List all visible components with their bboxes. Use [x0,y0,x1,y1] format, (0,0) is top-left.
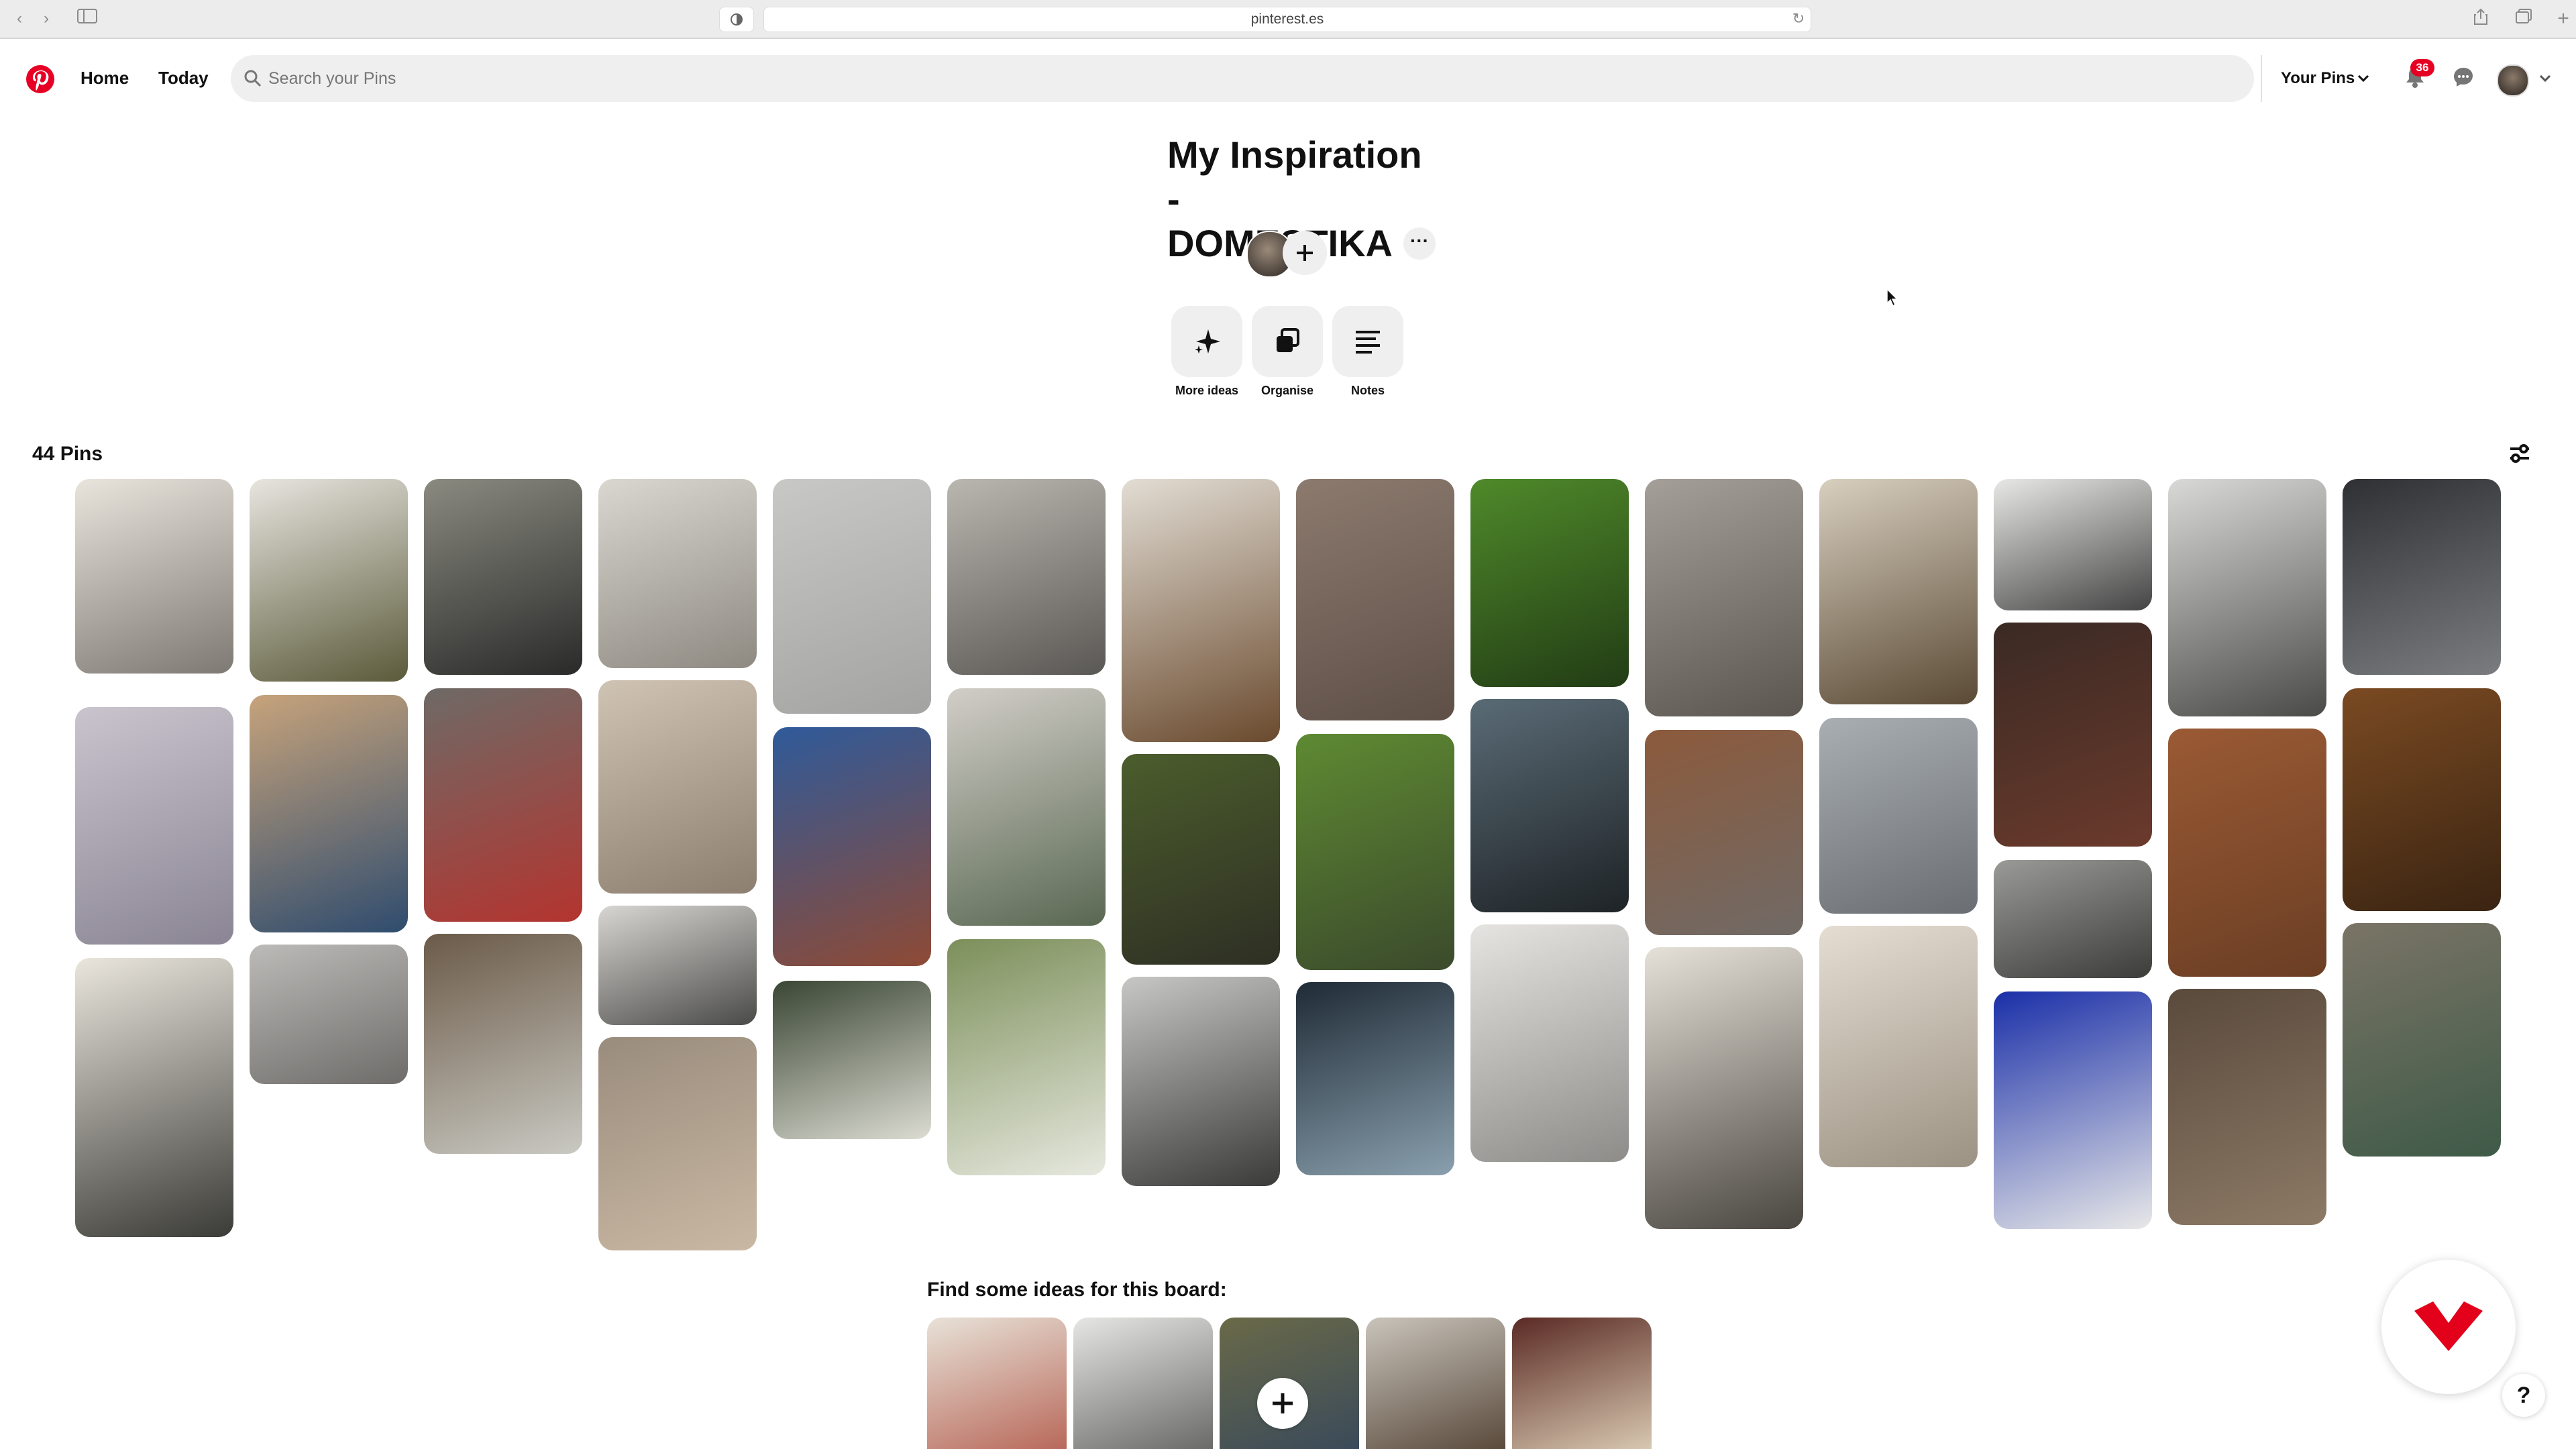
filter-sliders-icon[interactable] [2508,441,2532,469]
messages-icon[interactable] [2450,66,2477,93]
chevron-down-icon [2357,74,2369,83]
pin-card[interactable] [75,958,233,1237]
forward-icon[interactable]: › [38,8,55,30]
pin-card[interactable] [1994,623,2152,847]
notes-icon [1356,331,1380,354]
your-pins-label: Your Pins [2281,69,2355,87]
more-ideas-button[interactable] [1171,306,1242,377]
pin-card[interactable] [598,479,757,668]
pin-card[interactable] [424,479,582,675]
idea-image[interactable] [1512,1318,1652,1449]
plus-icon [1273,1393,1293,1413]
pin-card[interactable] [2343,479,2501,675]
notes-label: Notes [1350,384,1385,397]
pin-card[interactable] [2343,923,2501,1157]
tabs-overview-icon[interactable] [2512,8,2536,30]
notes-button[interactable] [1332,306,1403,377]
pin-card[interactable] [1122,977,1280,1186]
share-icon[interactable] [2469,8,2493,30]
pin-card[interactable] [1470,924,1629,1162]
pin-card[interactable] [773,479,931,714]
pin-card[interactable] [773,727,931,966]
organise-icon [1277,328,1299,352]
idea-image[interactable] [1073,1318,1213,1449]
pin-card[interactable] [1296,479,1454,720]
pin-card[interactable] [947,939,1106,1175]
browser-toolbar: ‹ › pinterest.es ↻ + [0,0,2576,39]
new-tab-icon[interactable]: + [2553,8,2573,30]
pin-card[interactable] [1994,991,2152,1229]
search-icon [244,70,262,91]
account-chevron-down-icon[interactable] [2538,74,2552,83]
pin-card[interactable] [598,1037,757,1250]
back-icon[interactable]: ‹ [11,8,28,30]
pin-card[interactable] [598,906,757,1025]
add-collaborator-button[interactable] [1283,231,1327,275]
url-text: pinterest.es [1250,11,1324,27]
pin-card[interactable] [1296,734,1454,970]
idea-image[interactable] [927,1318,1067,1449]
pin-card[interactable] [1122,479,1280,742]
pin-card[interactable] [1470,699,1629,912]
pin-card[interactable] [1645,479,1803,716]
pin-card[interactable] [424,688,582,922]
pin-card[interactable] [75,479,233,674]
pin-card[interactable] [947,479,1106,675]
pin-card[interactable] [1819,718,1978,914]
idea-image[interactable] [1366,1318,1505,1449]
nav-home[interactable]: Home [80,68,129,89]
sparkle-icon [1195,329,1220,354]
pin-card[interactable] [598,680,757,894]
domestika-logo-icon [2414,1301,2483,1351]
add-idea-button[interactable] [1257,1378,1308,1429]
your-pins-dropdown[interactable]: Your Pins [2261,55,2383,102]
pinterest-logo[interactable] [25,64,55,97]
reload-icon[interactable]: ↻ [1788,8,1809,30]
pin-card[interactable] [773,981,931,1139]
pin-card[interactable] [75,707,233,945]
mouse-cursor-icon [1886,288,1898,307]
domestika-floating-button[interactable] [2381,1260,2516,1394]
pins-count: 44 Pins [32,443,103,465]
help-button[interactable]: ? [2502,1374,2545,1417]
pin-card[interactable] [2168,729,2326,977]
notifications-count-badge: 36 [2410,59,2434,76]
pin-card[interactable] [1819,479,1978,704]
user-avatar[interactable] [2497,64,2529,97]
pin-card[interactable] [1296,982,1454,1175]
pin-card[interactable] [250,479,408,682]
pin-card[interactable] [424,934,582,1154]
pin-card[interactable] [1994,860,2152,978]
pin-card[interactable] [1994,479,2152,610]
pin-card[interactable] [1470,479,1629,687]
pin-card[interactable] [1645,730,1803,935]
privacy-shield-icon[interactable] [719,7,754,32]
pin-card[interactable] [2168,989,2326,1225]
nav-today[interactable]: Today [158,68,209,89]
search-bar[interactable]: Search your Pins [231,55,2254,102]
plus-icon [1297,245,1313,261]
search-placeholder: Search your Pins [268,69,396,88]
sidebar-toggle-icon[interactable] [75,8,99,30]
pin-card[interactable] [1645,947,1803,1229]
pin-card[interactable] [250,695,408,932]
pin-card[interactable] [2343,688,2501,911]
ideas-section-title: Find some ideas for this board: [927,1279,1227,1301]
pin-card[interactable] [2168,479,2326,716]
address-bar[interactable]: pinterest.es [763,7,1811,32]
pin-card[interactable] [947,688,1106,926]
board-more-button[interactable]: ··· [1403,227,1436,260]
pin-card[interactable] [1819,926,1978,1167]
board-title-line1: My Inspiration - [1167,133,1422,220]
pin-card[interactable] [1122,754,1280,965]
organise-button[interactable] [1252,306,1323,377]
pin-card[interactable] [250,945,408,1084]
